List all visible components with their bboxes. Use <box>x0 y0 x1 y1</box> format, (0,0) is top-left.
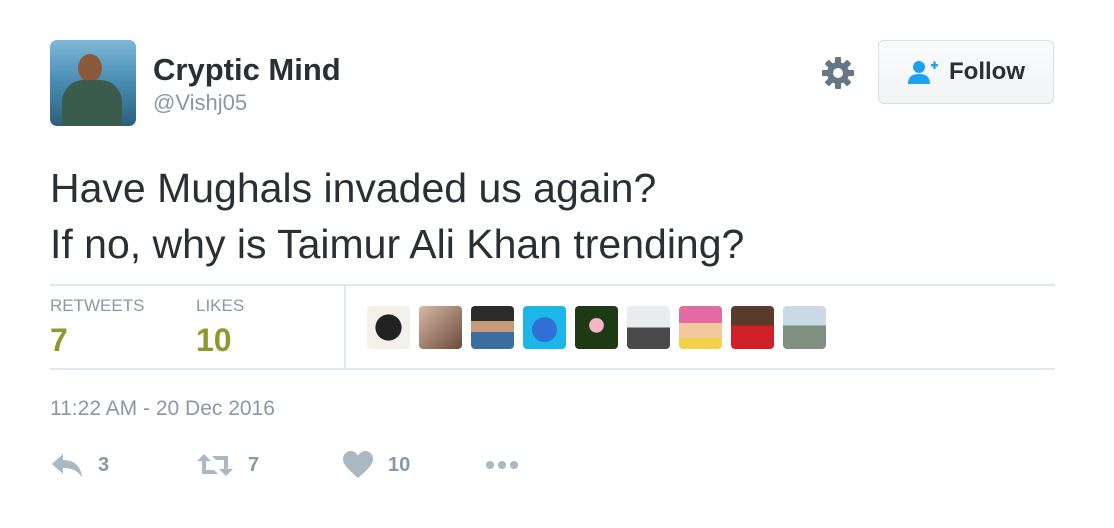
liker-avatar[interactable] <box>783 306 826 349</box>
tweet-text-line: Have Mughals invaded us again? <box>50 165 657 211</box>
like-count: 10 <box>388 453 411 476</box>
tweet-text-line: If no, why is Taimur Ali Khan trending? <box>50 221 745 267</box>
liker-avatar[interactable] <box>679 306 722 349</box>
liker-avatar[interactable] <box>419 306 462 349</box>
avatar-head <box>78 54 102 82</box>
retweet-count: 7 <box>248 453 260 476</box>
gear-icon[interactable] <box>820 55 856 91</box>
likes-value: 10 <box>196 322 232 358</box>
stats-vertical-divider <box>344 286 346 368</box>
follow-button-label: Follow <box>949 58 1025 85</box>
liker-avatar[interactable] <box>471 306 514 349</box>
liker-avatar[interactable] <box>367 306 410 349</box>
user-avatar[interactable] <box>50 40 136 126</box>
retweets-stat[interactable]: RETWEETS 7 <box>50 296 144 359</box>
heart-icon <box>343 451 373 478</box>
likes-label: LIKES <box>196 296 245 315</box>
retweets-label: RETWEETS <box>50 296 145 315</box>
liker-avatar[interactable] <box>523 306 566 349</box>
tweet-text: Have Mughals invaded us again? If no, wh… <box>50 160 744 272</box>
tweet-card: Cryptic Mind @Vishj05 Follow Have Mughal… <box>0 0 1114 528</box>
add-user-icon <box>908 61 938 84</box>
like-button[interactable]: 10 <box>342 450 410 480</box>
reply-button[interactable]: 3 <box>50 450 109 480</box>
avatar-body <box>62 80 122 126</box>
follow-button[interactable]: Follow <box>878 40 1054 104</box>
tweet-timestamp[interactable]: 11:22 AM - 20 Dec 2016 <box>50 397 275 421</box>
reply-count: 3 <box>98 453 110 476</box>
liker-avatar[interactable] <box>575 306 618 349</box>
retweets-value: 7 <box>50 322 68 358</box>
liker-avatar[interactable] <box>627 306 670 349</box>
retweet-icon <box>197 454 233 476</box>
more-button[interactable] <box>484 450 520 480</box>
stats-top-divider <box>50 284 1055 286</box>
more-icon <box>486 461 518 469</box>
user-name[interactable]: Cryptic Mind <box>153 52 341 88</box>
retweet-button[interactable]: 7 <box>196 450 259 480</box>
user-handle[interactable]: @Vishj05 <box>153 90 247 116</box>
stats-bottom-divider <box>50 368 1055 370</box>
liker-avatar[interactable] <box>731 306 774 349</box>
likes-stat[interactable]: LIKES 10 <box>196 296 244 359</box>
liker-avatars <box>367 306 826 349</box>
reply-icon <box>52 454 82 477</box>
